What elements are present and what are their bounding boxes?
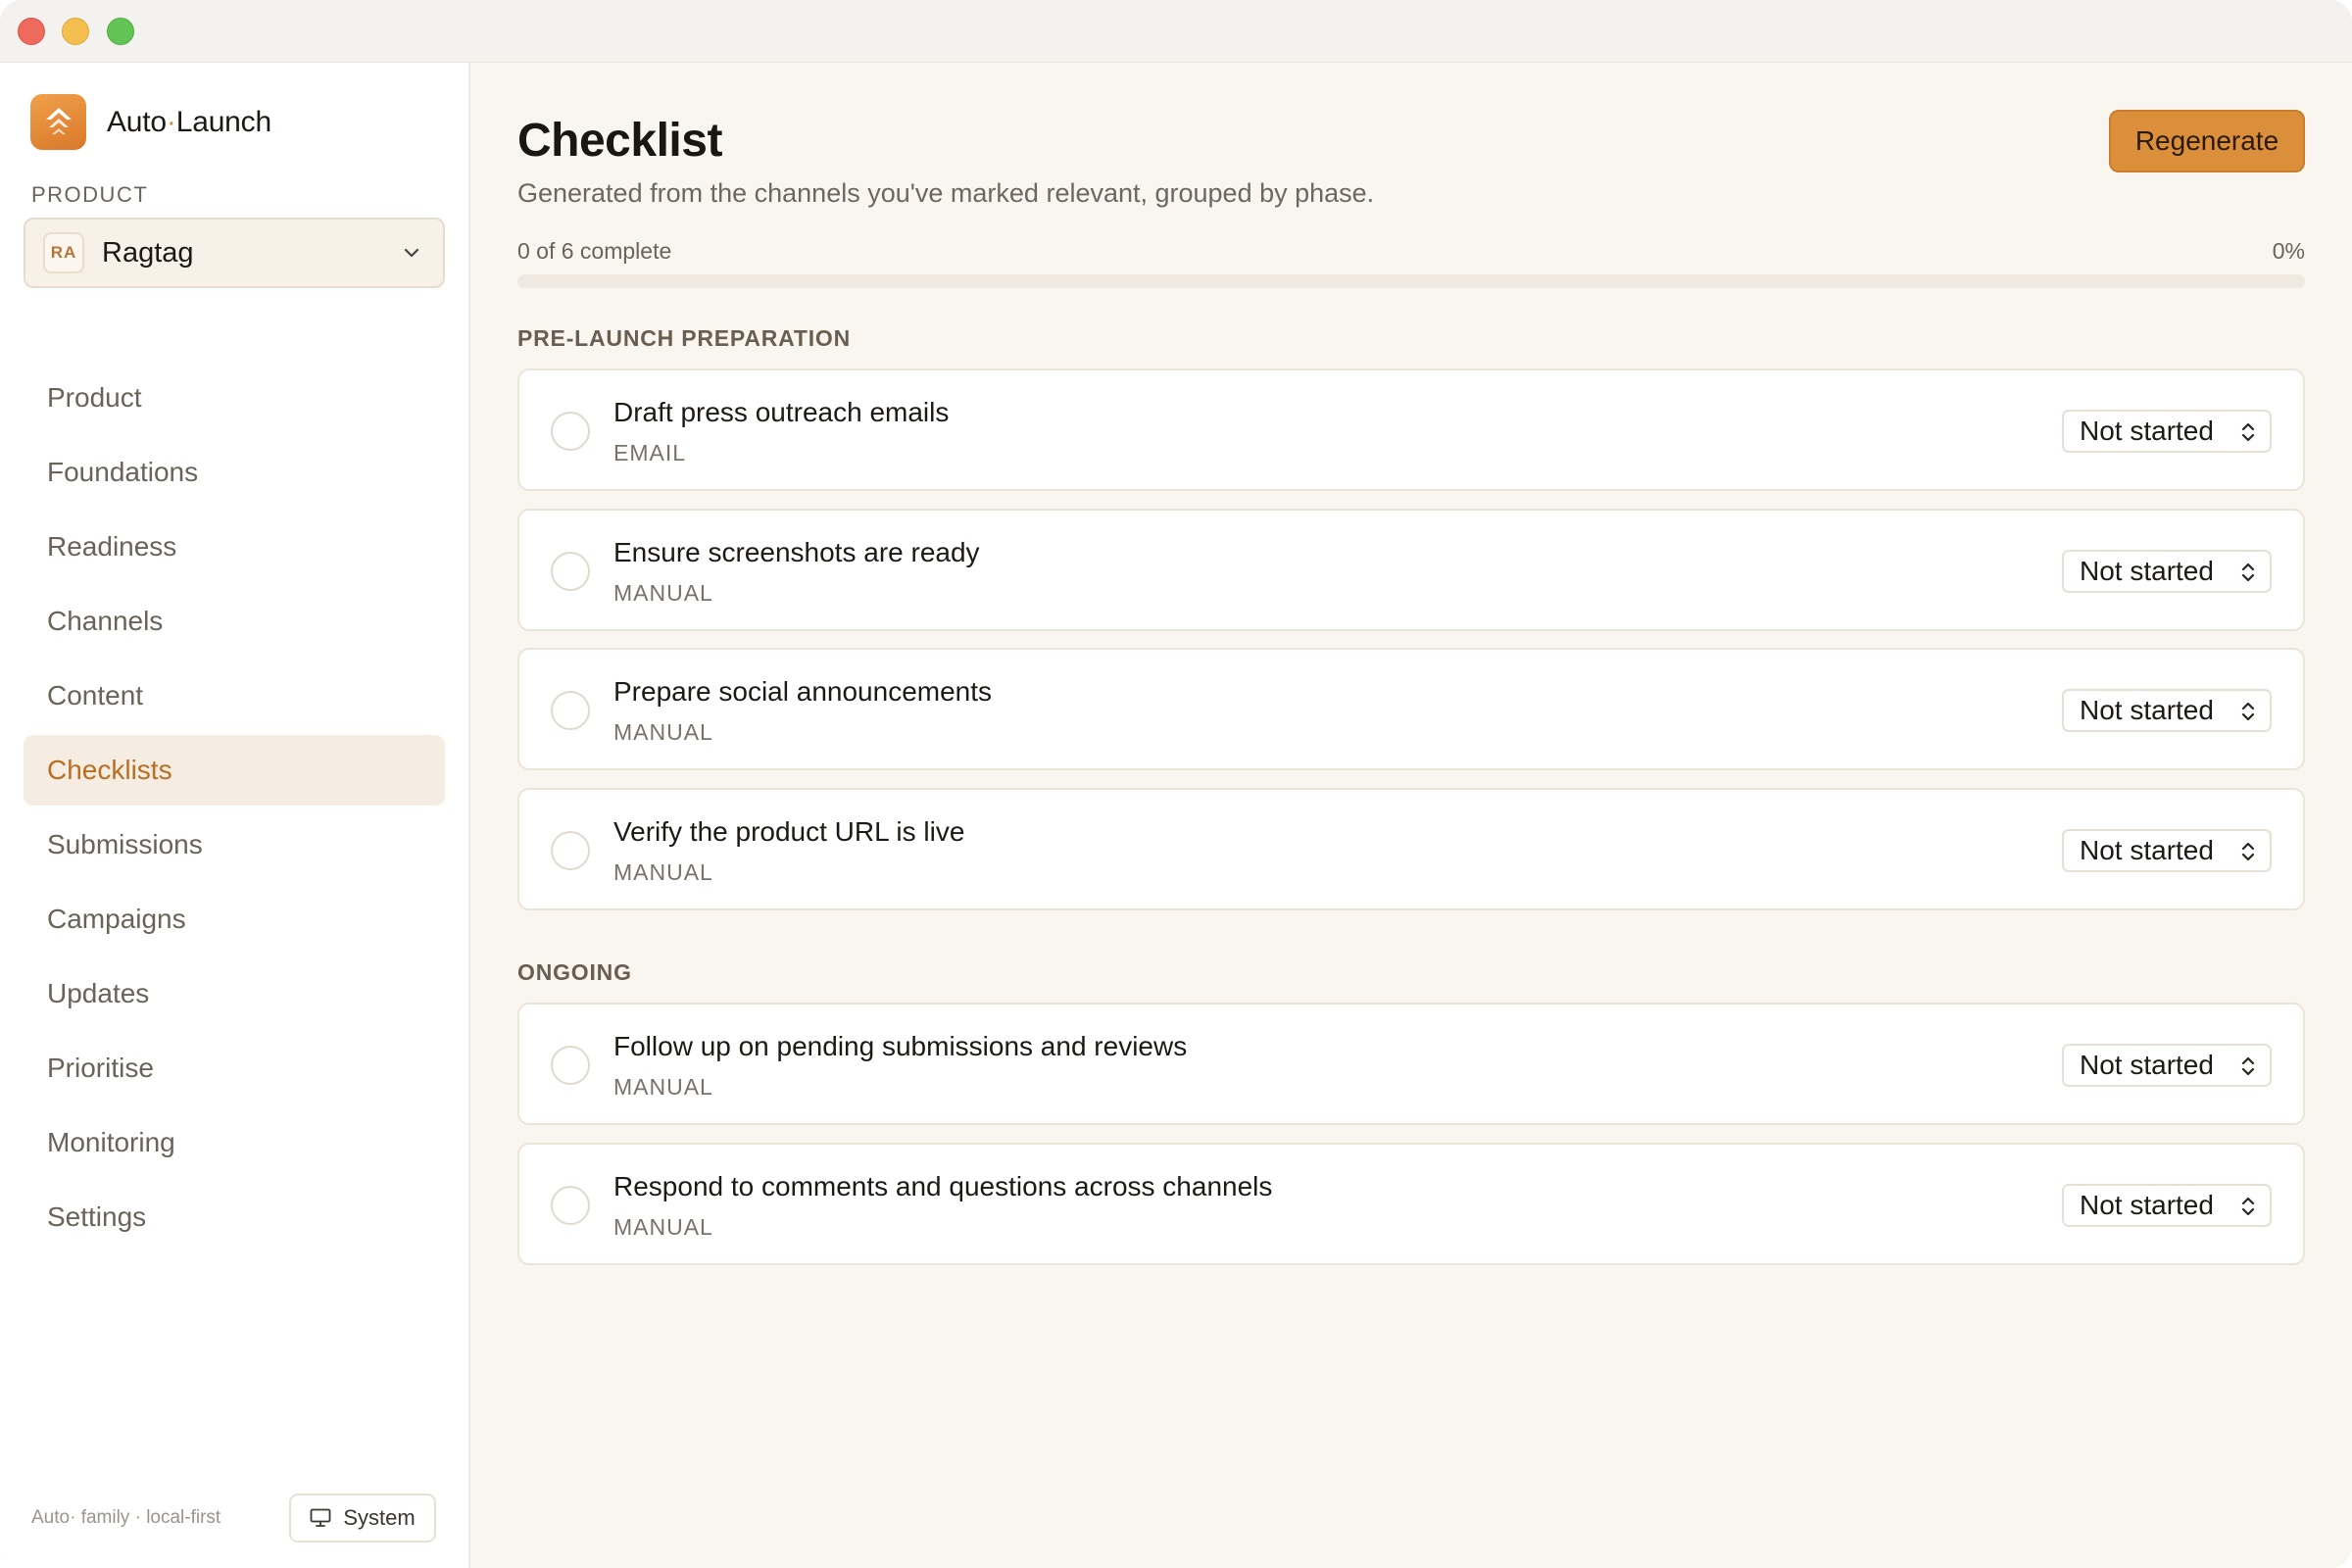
product-selector[interactable]: RA Ragtag [24,218,445,288]
zoom-window-button[interactable] [107,18,134,45]
checklist-item: Verify the product URL is live MANUAL Not … [517,788,2305,910]
checklist-item: Draft press outreach emails EMAIL Not star… [517,368,2305,491]
minimize-window-button[interactable] [62,18,89,45]
title-bar [0,0,2352,63]
page-title: Checklist [517,115,722,167]
sidebar-item-channels[interactable]: Channels [24,586,445,657]
task-checkbox[interactable] [551,691,590,730]
sidebar-item-updates[interactable]: Updates [24,958,445,1029]
task-checkbox[interactable] [551,412,590,451]
progress-percent: 0% [2272,238,2305,264]
sidebar-item-label: Channels [47,606,164,636]
task-status-select[interactable]: Not started [2062,1184,2272,1227]
task-title: Draft press outreach emails [613,397,950,427]
chevron-down-icon [404,248,419,258]
checklist-item: Respond to comments and questions across… [517,1143,2305,1265]
checklist-item: Follow up on pending submissions and rev… [517,1003,2305,1125]
up-down-chevron-icon [2241,1197,2255,1216]
task-status-select[interactable]: Not started [2062,550,2272,593]
sidebar-item-checklists[interactable]: Checklists [24,735,445,806]
sidebar-item-label: Campaigns [47,904,186,934]
task-type: MANUAL [613,580,713,606]
brand-prefix: Auto [107,105,167,138]
task-title: Respond to comments and questions across… [613,1171,1273,1201]
up-down-chevron-icon [2241,563,2255,582]
section-title: PRE-LAUNCH PREPARATION [517,325,852,351]
brand: Auto·Launch [30,94,271,150]
task-checkbox[interactable] [551,831,590,870]
sidebar-item-label: Content [47,680,144,710]
sidebar-nav: Product Foundations Readiness Channels Conte… [24,363,445,1256]
theme-system-button[interactable]: System [289,1494,436,1543]
sidebar-item-label: Prioritise [47,1053,154,1083]
progress-bar [517,274,2305,288]
sidebar-item-product[interactable]: Product [24,363,445,433]
sidebar: Auto·Launch PRODUCT RA Ragtag Product Fou… [0,63,470,1568]
close-window-button[interactable] [18,18,45,45]
task-status-value: Not started [2080,1190,2214,1220]
up-down-chevron-icon [2241,1056,2255,1076]
app-window: Auto·Launch PRODUCT RA Ragtag Product Fou… [0,0,2352,1568]
sidebar-item-content[interactable]: Content [24,661,445,731]
sidebar-item-label: Settings [47,1201,147,1232]
progress-label: 0 of 6 complete [517,238,672,264]
task-status-value: Not started [2080,695,2214,725]
checklist-item: Prepare social announcements MANUAL Not st… [517,648,2305,770]
sidebar-item-campaigns[interactable]: Campaigns [24,884,445,955]
sidebar-item-settings[interactable]: Settings [24,1182,445,1252]
task-title: Prepare social announcements [613,676,993,707]
sidebar-item-prioritise[interactable]: Prioritise [24,1033,445,1103]
task-type: MANUAL [613,719,713,745]
monitor-icon [310,1508,331,1527]
up-down-chevron-icon [2241,422,2255,442]
task-status-value: Not started [2080,556,2214,586]
task-status-select[interactable]: Not started [2062,410,2272,453]
brand-name: Auto·Launch [107,106,271,139]
section-title: ONGOING [517,959,632,985]
task-title: Ensure screenshots are ready [613,537,980,567]
checklist-item: Ensure screenshots are ready MANUAL Not st… [517,509,2305,631]
task-status-value: Not started [2080,416,2214,446]
page-subtitle: Generated from the channels you've marke… [517,178,1375,208]
task-checkbox[interactable] [551,1046,590,1085]
up-down-chevron-icon [2241,842,2255,861]
sidebar-item-label: Foundations [47,457,199,487]
product-name: Ragtag [102,236,194,269]
sidebar-item-submissions[interactable]: Submissions [24,809,445,880]
sidebar-item-label: Readiness [47,531,177,562]
product-avatar: RA [43,232,84,273]
main-content: Checklist Generated from the channels yo… [472,63,2352,1568]
sidebar-item-label: Submissions [47,829,203,859]
task-title: Follow up on pending submissions and rev… [613,1031,1188,1061]
task-status-select[interactable]: Not started [2062,1044,2272,1087]
task-checkbox[interactable] [551,552,590,591]
task-type: MANUAL [613,1074,713,1100]
footer-text: Auto· family · local-first [31,1507,221,1528]
task-type: MANUAL [613,1214,713,1240]
theme-system-label: System [343,1505,416,1530]
sidebar-item-label: Updates [47,978,150,1008]
task-checkbox[interactable] [551,1186,590,1225]
sidebar-item-monitoring[interactable]: Monitoring [24,1107,445,1178]
task-status-select[interactable]: Not started [2062,689,2272,732]
sidebar-item-foundations[interactable]: Foundations [24,437,445,508]
task-status-value: Not started [2080,1050,2214,1080]
task-type: EMAIL [613,440,687,466]
sidebar-item-label: Monitoring [47,1127,175,1157]
task-type: MANUAL [613,859,713,885]
sidebar-item-label: Product [47,382,142,413]
brand-dot: · [166,105,176,138]
product-label: PRODUCT [31,182,149,207]
rocket-logo-icon [30,94,86,150]
task-title: Verify the product URL is live [613,816,965,847]
sidebar-item-label: Checklists [47,755,172,785]
brand-suffix: Launch [175,105,271,138]
sidebar-item-readiness[interactable]: Readiness [24,512,445,582]
task-status-select[interactable]: Not started [2062,829,2272,872]
task-status-value: Not started [2080,835,2214,865]
regenerate-button[interactable]: Regenerate [2109,110,2305,172]
up-down-chevron-icon [2241,702,2255,721]
